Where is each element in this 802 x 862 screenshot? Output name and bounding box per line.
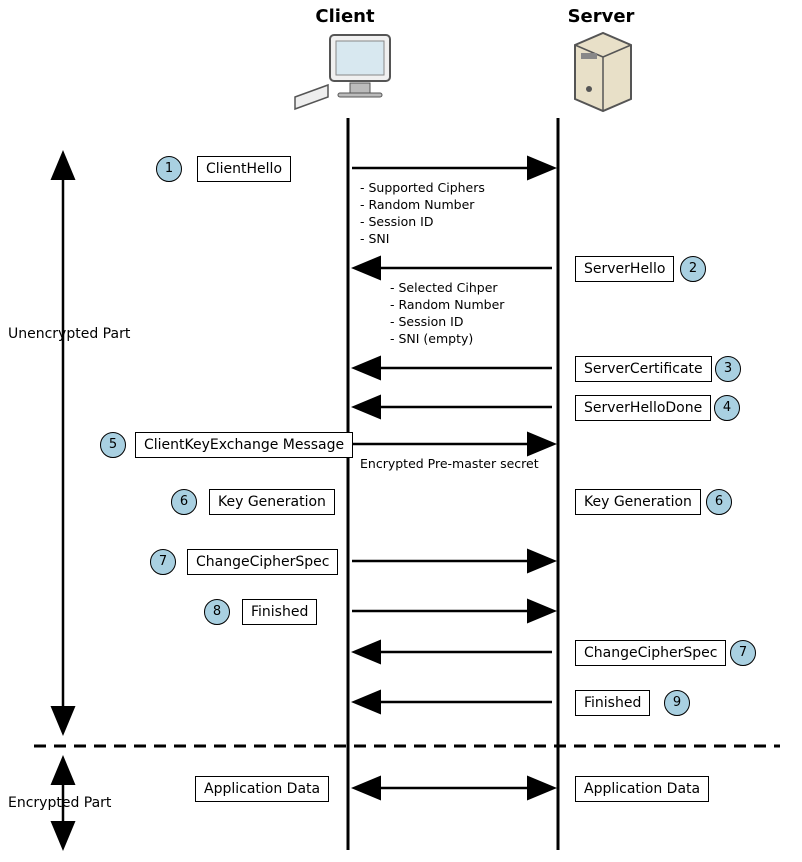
step-5-box: ClientKeyExchange Message [135, 432, 353, 458]
step-7-server-box: ChangeCipherSpec [575, 640, 726, 666]
step-7-server-label: ChangeCipherSpec [584, 645, 717, 661]
step-4-label: ServerHelloDone [584, 400, 702, 416]
step-2-label: ServerHello [584, 261, 665, 277]
encrypted-part-label: Encrypted Part [8, 795, 111, 811]
server-tower-icon [575, 33, 631, 111]
step-9-label: Finished [584, 695, 641, 711]
client-computer-icon [295, 35, 390, 109]
step-6-server-label: Key Generation [584, 494, 692, 510]
client-header: Client [305, 6, 385, 27]
step-1-box: ClientHello [197, 156, 291, 182]
step-6-server-number: 6 [706, 489, 732, 515]
server-header: Server [561, 6, 641, 27]
step-7-client-label: ChangeCipherSpec [196, 554, 329, 570]
app-data-server-box: Application Data [575, 776, 709, 802]
step-7-client-box: ChangeCipherSpec [187, 549, 338, 575]
step-2-details: - Selected Cihper - Random Number - Sess… [390, 280, 504, 348]
step-4-number: 4 [714, 395, 740, 421]
step-7-client-number: 7 [150, 549, 176, 575]
step-3-number: 3 [715, 356, 741, 382]
step-3-box: ServerCertificate [575, 356, 712, 382]
tls-handshake-diagram: Client Server [0, 0, 802, 862]
unencrypted-part-label: Unencrypted Part [8, 326, 130, 342]
step-1-details: - Supported Ciphers - Random Number - Se… [360, 180, 485, 248]
step-6-client-box: Key Generation [209, 489, 335, 515]
step-5-label: ClientKeyExchange Message [144, 437, 344, 453]
step-3-label: ServerCertificate [584, 361, 703, 377]
step-9-box: Finished [575, 690, 650, 716]
step-8-box: Finished [242, 599, 317, 625]
step-8-number: 8 [204, 599, 230, 625]
step-8-label: Finished [251, 604, 308, 620]
app-data-client-label: Application Data [204, 781, 320, 797]
step-9-number: 9 [664, 690, 690, 716]
step-4-box: ServerHelloDone [575, 395, 711, 421]
step-6-client-number: 6 [171, 489, 197, 515]
diagram-overlay [0, 0, 802, 862]
step-2-number: 2 [680, 256, 706, 282]
step-2-box: ServerHello [575, 256, 674, 282]
step-7-server-number: 7 [730, 640, 756, 666]
step-1-label: ClientHello [206, 161, 282, 177]
app-data-server-label: Application Data [584, 781, 700, 797]
step-6-server-box: Key Generation [575, 489, 701, 515]
app-data-client-box: Application Data [195, 776, 329, 802]
step-5-number: 5 [100, 432, 126, 458]
step-6-client-label: Key Generation [218, 494, 326, 510]
step-1-number: 1 [156, 156, 182, 182]
step-5-details: Encrypted Pre-master secret [360, 456, 539, 473]
